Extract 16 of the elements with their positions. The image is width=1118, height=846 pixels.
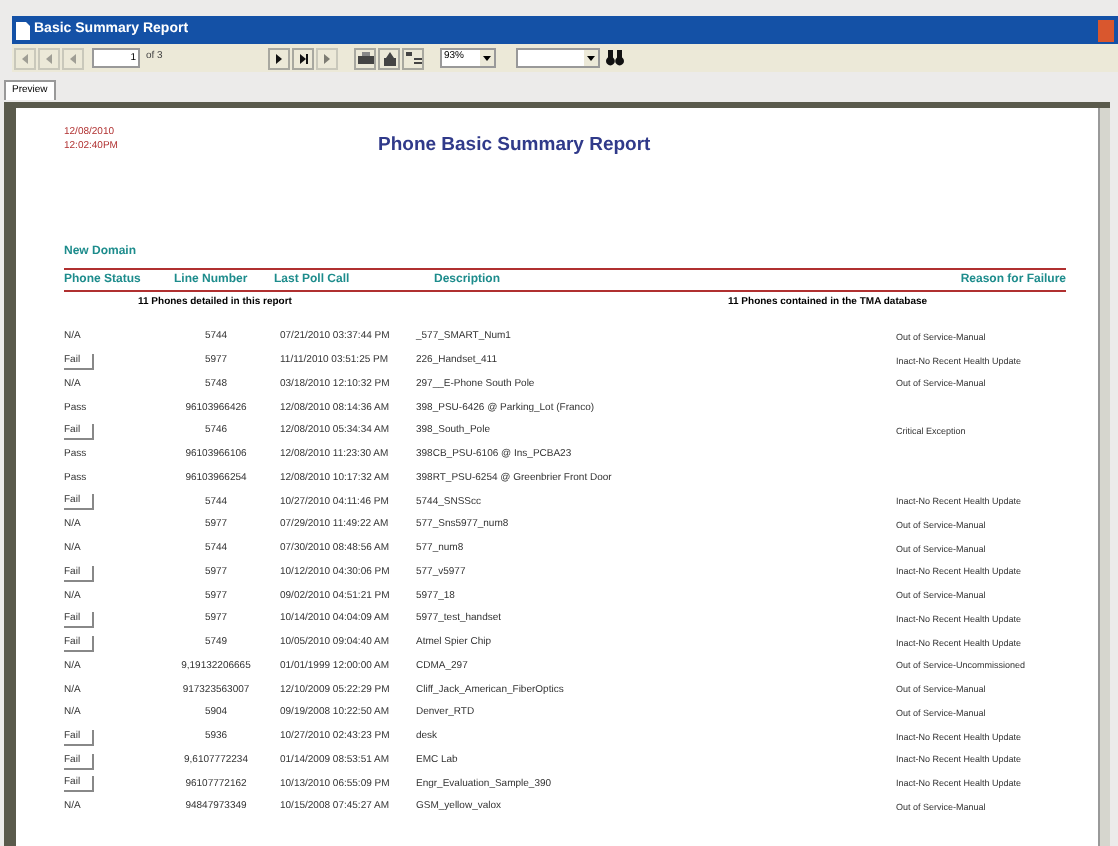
export-button[interactable] bbox=[378, 47, 400, 69]
caret-icon bbox=[480, 50, 494, 66]
last-page-icon bbox=[296, 51, 310, 65]
report-title: Phone Basic Summary Report bbox=[378, 132, 651, 160]
caret-icon bbox=[584, 50, 598, 66]
export-icon bbox=[381, 51, 397, 65]
search-button[interactable] bbox=[606, 50, 624, 66]
next-icon bbox=[320, 51, 334, 65]
last-page-button[interactable] bbox=[292, 47, 314, 69]
document-icon bbox=[16, 21, 30, 39]
binoculars-icon bbox=[606, 50, 624, 66]
group-tree-button[interactable] bbox=[402, 47, 424, 69]
next-icon bbox=[272, 51, 286, 65]
print-button[interactable] bbox=[354, 47, 376, 69]
printer-icon bbox=[357, 51, 373, 65]
next-page-button[interactable] bbox=[268, 47, 290, 69]
